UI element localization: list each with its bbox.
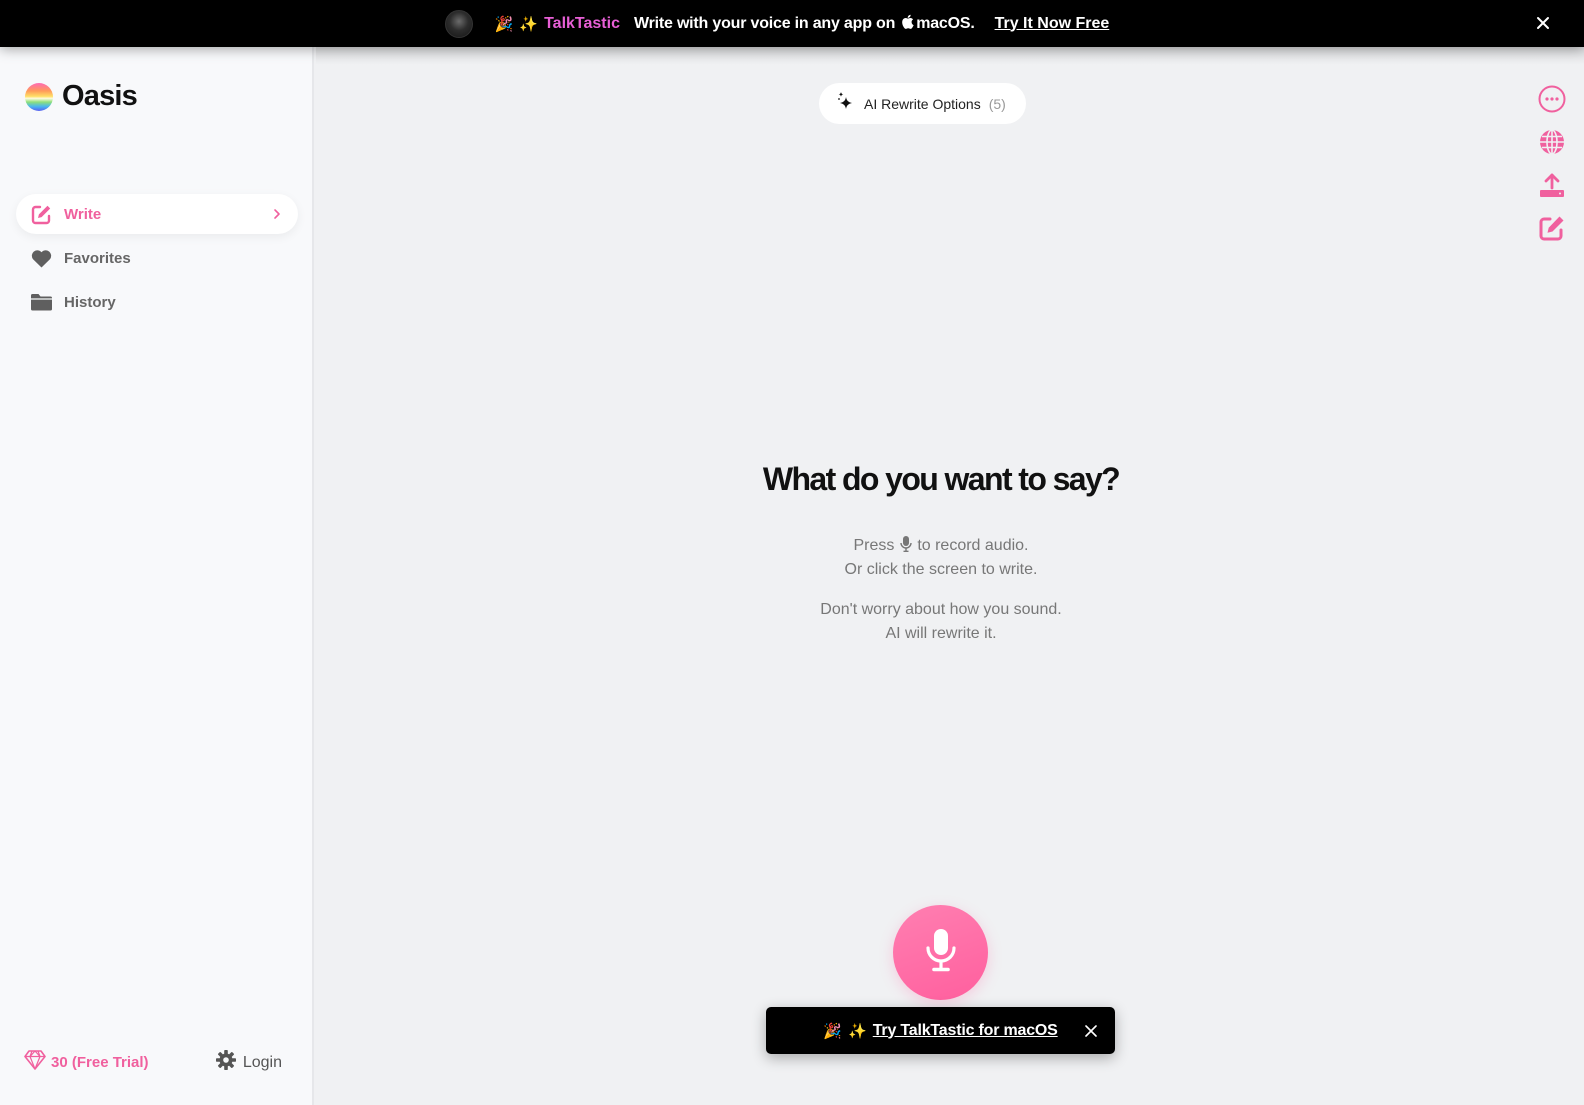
upload-icon (1539, 172, 1565, 203)
promo-banner: 🎉 ✨ TalkTastic Write with your voice in … (0, 0, 1584, 47)
instructions: Press to record audio. Or click the scre… (316, 534, 1566, 582)
more-options-button[interactable] (1537, 85, 1567, 118)
export-button[interactable] (1537, 172, 1567, 202)
promo-text: Write with your voice in any app on (633, 14, 896, 32)
app-logo[interactable]: Oasis (25, 80, 138, 113)
heart-icon (31, 248, 52, 269)
right-toolbar (1537, 85, 1567, 258)
sparkles-icon: ✨ (848, 1021, 867, 1040)
logo-icon (25, 82, 53, 111)
party-popper-icon: 🎉 (494, 14, 514, 33)
promo-text-os: macOS. (916, 14, 975, 32)
new-note-button[interactable] (1537, 215, 1567, 245)
promo-toast: 🎉 ✨ Try TalkTastic for macOS (766, 1007, 1115, 1054)
page-title: What do you want to say? (762, 461, 1121, 497)
sidebar: Oasis Write Favorites History 30 (Free T… (0, 47, 314, 1105)
globe-icon (1539, 128, 1565, 160)
editor-area[interactable]: AI Rewrite Options (5) What do you want … (316, 47, 1584, 1105)
reassurance-line-1: Don't worry about how you sound. (820, 601, 1062, 618)
record-button[interactable] (893, 905, 988, 1000)
promo-banner-content: 🎉 ✨ TalkTastic Write with your voice in … (444, 9, 1110, 38)
more-icon (1538, 85, 1566, 118)
promo-brand: TalkTastic (544, 14, 620, 32)
sidebar-item-favorites[interactable]: Favorites (16, 238, 298, 278)
microphone-icon (900, 536, 912, 552)
sparkles-icon: ✨ (519, 14, 539, 33)
microphone-icon (925, 928, 957, 977)
try-it-now-link[interactable]: Try It Now Free (995, 15, 1110, 33)
reassurance: Don't worry about how you sound. AI will… (316, 598, 1566, 646)
sparkles-icon (837, 91, 855, 116)
reassurance-line-2: AI will rewrite it. (885, 625, 997, 642)
party-popper-icon: 🎉 (823, 1021, 843, 1040)
close-icon[interactable] (1534, 14, 1552, 32)
gear-icon (215, 1050, 236, 1075)
edit-icon (1539, 215, 1565, 246)
ai-rewrite-count: (5) (988, 95, 1006, 112)
instruction-press: Press (853, 537, 895, 554)
sidebar-item-write[interactable]: Write (16, 194, 298, 234)
close-icon[interactable] (1085, 1024, 1097, 1037)
diamond-icon (24, 1050, 46, 1075)
login-label: Login (242, 1053, 282, 1071)
sidebar-nav: Write Favorites History (16, 194, 298, 326)
sidebar-item-label: Favorites (64, 249, 131, 267)
folder-icon (31, 292, 52, 313)
credits-label: 30 (Free Trial) (51, 1054, 149, 1071)
apple-icon (901, 14, 914, 33)
sidebar-footer: 30 (Free Trial) Login (24, 1050, 290, 1075)
sidebar-item-history[interactable]: History (16, 282, 298, 322)
login-button[interactable]: Login (215, 1050, 282, 1075)
sidebar-item-label: History (64, 293, 116, 311)
language-button[interactable] (1537, 128, 1567, 160)
app-name: Oasis (62, 80, 138, 112)
ai-rewrite-label: AI Rewrite Options (864, 95, 981, 112)
sidebar-item-label: Write (64, 205, 102, 223)
promo-avatar (444, 9, 473, 38)
instruction-record: to record audio. (917, 537, 1029, 554)
chevron-right-icon (272, 206, 282, 222)
try-talktastic-link[interactable]: Try TalkTastic for macOS (873, 1022, 1058, 1040)
instruction-click: Or click the screen to write. (844, 561, 1038, 578)
edit-icon (31, 204, 52, 225)
ai-rewrite-options-button[interactable]: AI Rewrite Options (5) (819, 83, 1026, 124)
empty-state: What do you want to say? Press to record… (316, 461, 1566, 646)
credits-badge[interactable]: 30 (Free Trial) (24, 1050, 149, 1075)
